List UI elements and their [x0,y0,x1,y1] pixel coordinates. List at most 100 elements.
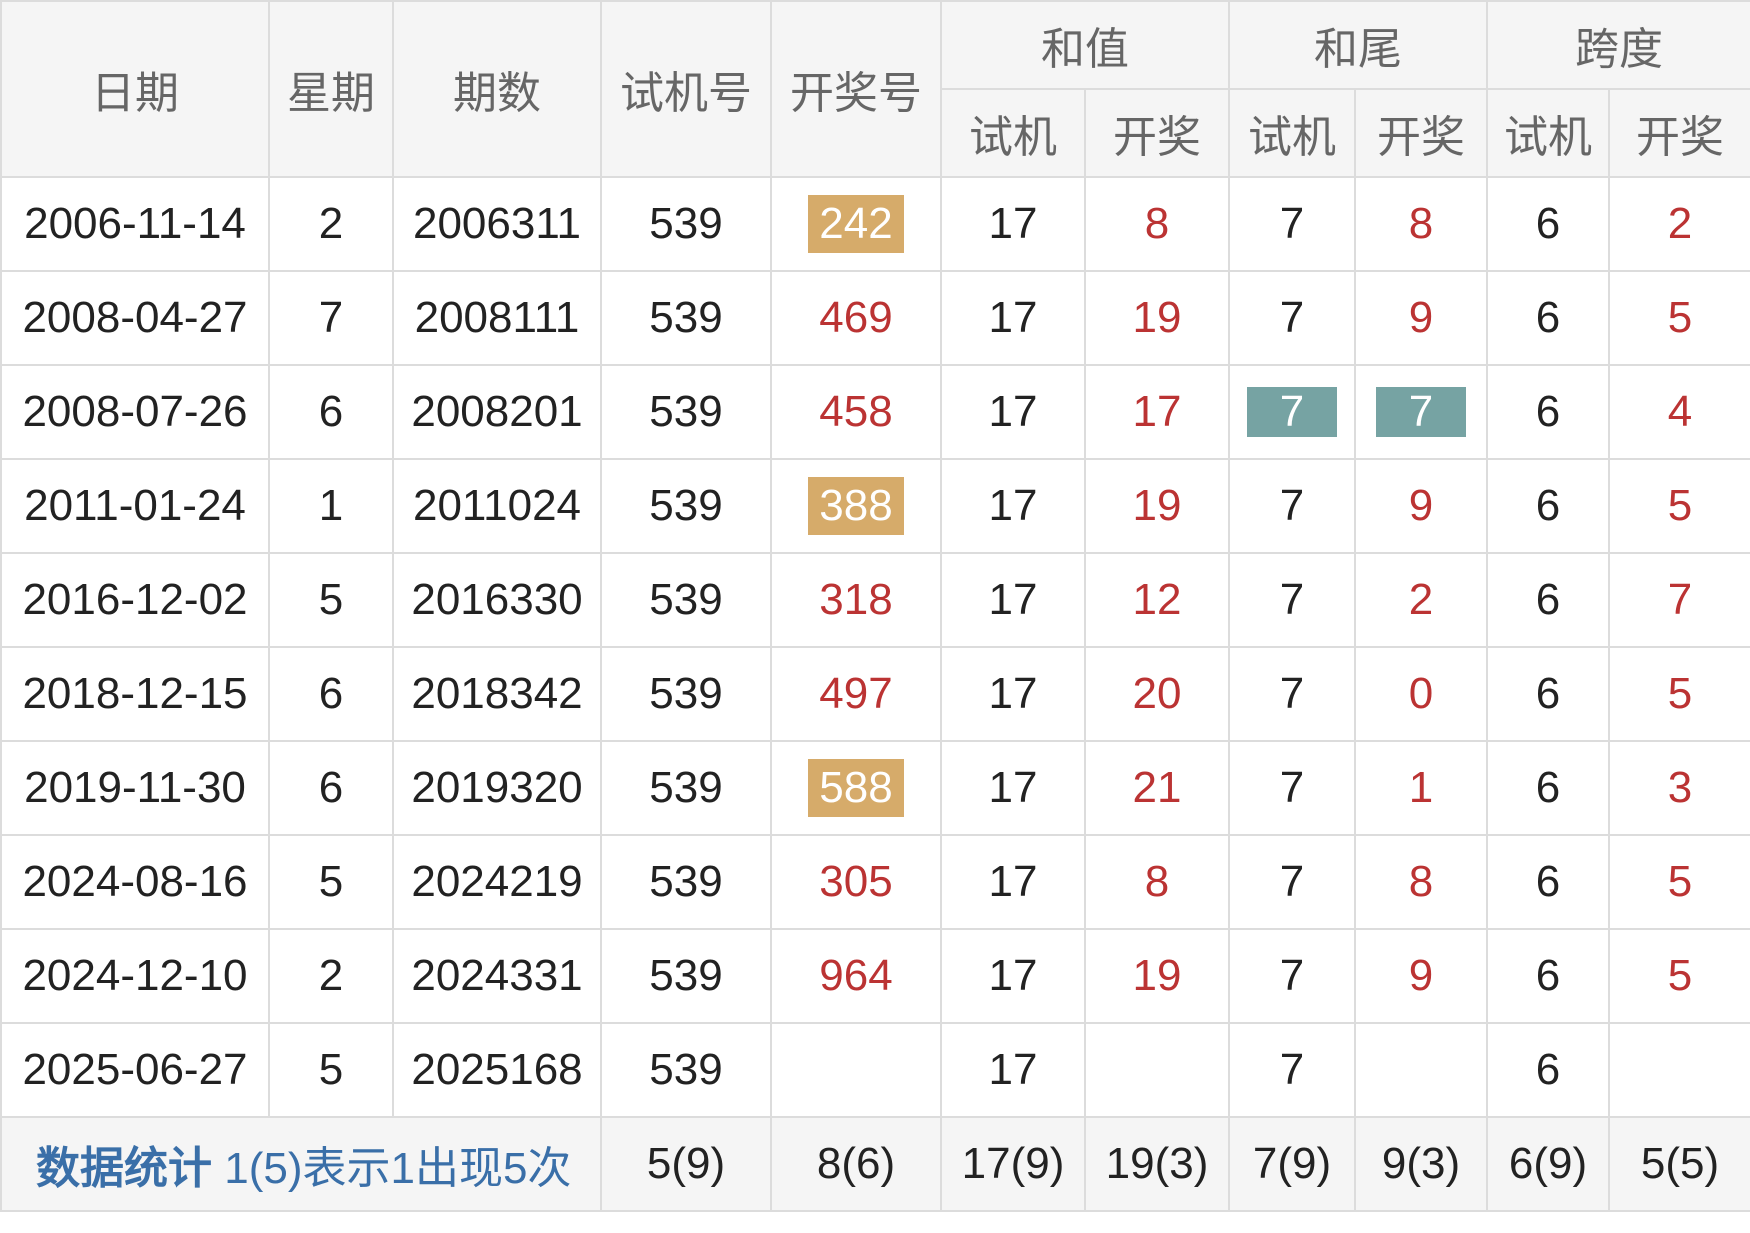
header-tail-group: 和尾 [1228,0,1488,90]
cell-test-number: 539 [600,176,772,272]
stats-test: 5(9) [600,1116,772,1212]
cell-date: 2019-11-30 [0,740,270,836]
cell-span-draw: 5 [1608,646,1750,742]
table-row: 2008-04-27 7 2008111 539 469 17 19 7 9 6 5 [0,270,1750,366]
cell-sum-test: 17 [940,740,1086,836]
cell-sum-draw: 17 [1084,364,1230,460]
cell-date: 2024-08-16 [0,834,270,930]
header-sum-test: 试机 [940,88,1086,178]
cell-tail-test: 7 [1228,552,1356,648]
cell-weekday: 6 [268,740,394,836]
cell-tail-test: 7 [1228,928,1356,1024]
cell-issue: 2025168 [392,1022,602,1118]
cell-sum-test: 17 [940,552,1086,648]
cell-sum-test: 17 [940,834,1086,930]
cell-weekday: 5 [268,552,394,648]
cell-draw-number: 458 [770,364,942,460]
table-row: 2024-12-10 2 2024331 539 964 17 19 7 9 6 5 [0,928,1750,1024]
cell-tail-draw: 8 [1354,176,1488,272]
header-span-draw: 开奖 [1608,88,1750,178]
cell-date: 2006-11-14 [0,176,270,272]
cell-span-test: 6 [1486,270,1610,366]
cell-test-number: 539 [600,1022,772,1118]
cell-span-test: 6 [1486,740,1610,836]
header-weekday: 星期 [268,0,394,178]
cell-tail-test: 7 [1228,834,1356,930]
cell-test-number: 539 [600,834,772,930]
cell-span-draw: 5 [1608,834,1750,930]
cell-sum-draw: 19 [1084,270,1230,366]
cell-sum-test: 17 [940,646,1086,742]
cell-tail-draw: 0 [1354,646,1488,742]
cell-issue: 2008111 [392,270,602,366]
cell-weekday: 7 [268,270,394,366]
cell-test-number: 539 [600,928,772,1024]
cell-sum-draw: 19 [1084,928,1230,1024]
cell-weekday: 2 [268,176,394,272]
cell-draw-number: 964 [770,928,942,1024]
table-row: 2025-06-27 5 2025168 539 17 7 6 [0,1022,1750,1118]
cell-test-number: 539 [600,740,772,836]
cell-tail-test: 7 [1228,176,1356,272]
cell-test-number: 539 [600,646,772,742]
cell-sum-test: 17 [940,270,1086,366]
table-row: 2024-08-16 5 2024219 539 305 17 8 7 8 6 5 [0,834,1750,930]
cell-span-draw: 5 [1608,270,1750,366]
cell-span-test: 6 [1486,1022,1610,1118]
header-tail-draw: 开奖 [1354,88,1488,178]
table-row: 2019-11-30 6 2019320 539 588 17 21 7 1 6 3 [0,740,1750,836]
highlighted-tail-value: 7 [1376,387,1466,437]
cell-tail-draw [1354,1022,1488,1118]
cell-span-test: 6 [1486,552,1610,648]
cell-sum-draw: 8 [1084,176,1230,272]
cell-draw-number: 318 [770,552,942,648]
stats-tail-draw: 9(3) [1354,1116,1488,1212]
cell-sum-draw: 12 [1084,552,1230,648]
cell-span-test: 6 [1486,928,1610,1024]
stats-draw: 8(6) [770,1116,942,1212]
table-row: 2018-12-15 6 2018342 539 497 17 20 7 0 6 5 [0,646,1750,742]
cell-date: 2008-04-27 [0,270,270,366]
cell-sum-test: 17 [940,458,1086,554]
cell-sum-test: 17 [940,928,1086,1024]
cell-issue: 2011024 [392,458,602,554]
header-sum-draw: 开奖 [1084,88,1230,178]
stats-label-cell: 数据统计 1(5)表示1出现5次 [0,1116,602,1212]
lottery-history-table: 日期 星期 期数 试机号 开奖号 和值 和尾 跨度 试机 开奖 试机 开奖 试机… [0,0,1750,1212]
header-tail-test: 试机 [1228,88,1356,178]
cell-tail-test: 7 [1228,1022,1356,1118]
cell-tail-test: 7 [1228,364,1356,460]
cell-sum-draw: 19 [1084,458,1230,554]
cell-draw-number: 305 [770,834,942,930]
cell-issue: 2018342 [392,646,602,742]
table-row: 2008-07-26 6 2008201 539 458 17 17 7 7 6 4 [0,364,1750,460]
cell-weekday: 5 [268,834,394,930]
header-span-group: 跨度 [1486,0,1750,90]
cell-span-test: 6 [1486,834,1610,930]
stats-note: 1(5)表示1出现5次 [224,1144,572,1193]
cell-sum-test: 17 [940,1022,1086,1118]
cell-sum-draw [1084,1022,1230,1118]
stats-sum-test: 17(9) [940,1116,1086,1212]
cell-date: 2018-12-15 [0,646,270,742]
cell-draw-number [770,1022,942,1118]
cell-draw-number: 242 [770,176,942,272]
cell-weekday: 1 [268,458,394,554]
lottery-table-wrapper: 日期 星期 期数 试机号 开奖号 和值 和尾 跨度 试机 开奖 试机 开奖 试机… [0,0,1750,1233]
stats-sum-draw: 19(3) [1084,1116,1230,1212]
cell-draw-number: 469 [770,270,942,366]
cell-span-test: 6 [1486,458,1610,554]
header-span-test: 试机 [1486,88,1610,178]
cell-span-test: 6 [1486,646,1610,742]
cell-span-draw: 2 [1608,176,1750,272]
cell-issue: 2006311 [392,176,602,272]
cell-span-draw: 7 [1608,552,1750,648]
header-draw-number: 开奖号 [770,0,942,178]
cell-issue: 2024331 [392,928,602,1024]
stats-span-test: 6(9) [1486,1116,1610,1212]
highlighted-draw-number: 242 [808,195,904,253]
cell-date: 2025-06-27 [0,1022,270,1118]
cell-issue: 2008201 [392,364,602,460]
highlighted-draw-number: 588 [808,759,904,817]
cell-test-number: 539 [600,458,772,554]
